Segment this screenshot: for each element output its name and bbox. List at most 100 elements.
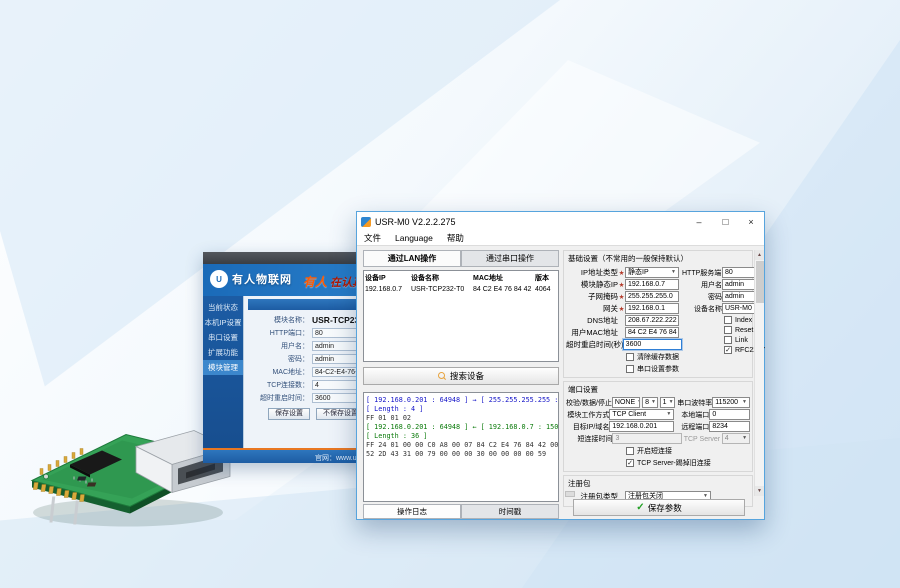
checkbox-icon: [724, 326, 732, 334]
menu-language[interactable]: Language: [388, 233, 440, 243]
checkbox-label: 串口设置参数: [637, 364, 679, 374]
device-version: 4064: [535, 286, 557, 293]
menu-help[interactable]: 帮助: [440, 232, 471, 244]
scroll-up-arrow[interactable]: ▲: [755, 250, 764, 260]
ip-type-select[interactable]: 静态IP▼: [625, 267, 679, 278]
static-ip-field[interactable]: 192.168.0.7: [625, 279, 679, 290]
checkbox-label: Reset: [735, 327, 753, 334]
save-button-label: 保存参数: [648, 502, 682, 514]
webui-sidebar: 当前状态 本机IP设置 串口设置 扩展功能 模块管理: [203, 296, 243, 448]
search-device-button[interactable]: 搜索设备: [363, 367, 559, 385]
col-device-name: 设备名称: [411, 273, 473, 283]
col-version: 版本: [535, 273, 557, 283]
log-output[interactable]: [ 192.168.0.201 : 64948 ] → [ 255.255.25…: [363, 392, 559, 502]
scrollbar-thumb[interactable]: [756, 261, 764, 303]
field-label: MAC地址：: [248, 367, 312, 377]
search-button-label: 搜索设备: [450, 370, 484, 382]
checkbox-label: Index: [735, 317, 752, 324]
app-titlebar[interactable]: USR-M0 V2.2.2.275 – ×: [357, 212, 764, 231]
log-line: [ Length : 4 ]: [366, 405, 556, 414]
web-save-button[interactable]: 保存设置: [268, 408, 310, 420]
field-label: HTTP服务端口: [682, 268, 722, 278]
gateway-field[interactable]: 192.168.0.1: [625, 303, 679, 314]
stopbits-select[interactable]: 1▼: [660, 397, 676, 408]
checkbox-label: TCP Server-踢掉旧连接: [637, 458, 711, 468]
field-label: DNS地址: [566, 315, 618, 326]
field-label: 本地端口: [676, 410, 709, 420]
group-title: 注册包: [568, 478, 750, 489]
required-star-icon: ★: [618, 269, 625, 277]
device-list-header: 设备IP 设备名称 MAC地址 版本: [365, 273, 557, 283]
checkbox-icon: [724, 316, 732, 324]
checkbox-icon: [626, 365, 634, 373]
device-row[interactable]: 192.168.0.7 USR-TCP232-T0 84 C2 E4 76 84…: [365, 286, 557, 293]
maximize-button[interactable]: [712, 212, 738, 231]
col-device-ip: 设备IP: [365, 273, 411, 283]
group-title: 基础设置（不常用的一般保持默认）: [568, 253, 750, 264]
checkbox-kick-old-connection[interactable]: ✓ TCP Server-踢掉旧连接: [626, 458, 750, 468]
subnet-mask-field[interactable]: 255.255.255.0: [625, 291, 679, 302]
field-label: 超时重启时间(秒): [566, 339, 618, 350]
field-label: 设备名称: [682, 304, 722, 314]
field-label: 用户名: [682, 280, 722, 290]
log-line: FF 01 01 02: [366, 414, 556, 423]
short-conn-time-field: 3: [612, 433, 681, 444]
workmode-select[interactable]: TCP Client▼: [609, 409, 674, 420]
parity-select[interactable]: NONE▼: [612, 397, 640, 408]
field-label: 网关: [566, 303, 618, 314]
group-title: 端口设置: [568, 384, 750, 395]
log-line: FF 24 01 00 00 C0 A8 00 07 84 C2 E4 76 8…: [366, 441, 556, 450]
search-icon: [438, 372, 446, 380]
checkbox-icon: [724, 336, 732, 344]
field-label: 用户名：: [248, 341, 312, 351]
dns-field[interactable]: 208.67.222.222: [625, 315, 679, 326]
nav-item-serial[interactable]: 串口设置: [203, 330, 243, 345]
save-params-button[interactable]: ✓ 保存参数: [573, 499, 745, 516]
field-label: 远程端口: [676, 422, 709, 432]
checkbox-icon: [626, 447, 634, 455]
checkbox-icon: ✓: [626, 459, 634, 467]
vertical-scrollbar[interactable]: ▲ ▼: [754, 250, 764, 496]
field-label: 模块名称：: [248, 315, 312, 325]
checkbox-clear-cache[interactable]: 清除缓存数据: [626, 352, 682, 362]
tab-operation-log[interactable]: 操作日志: [363, 504, 461, 519]
max-conn-value: 4: [725, 434, 729, 443]
horizontal-scrollbar-remnant[interactable]: [565, 491, 575, 497]
target-ip-field[interactable]: 192.168.0.201: [609, 421, 674, 432]
device-list[interactable]: 设备IP 设备名称 MAC地址 版本 192.168.0.7 USR-TCP23…: [363, 270, 559, 362]
tab-serial-operation[interactable]: 通过串口操作: [461, 250, 559, 267]
nav-item-local-ip[interactable]: 本机IP设置: [203, 315, 243, 330]
close-button[interactable]: ×: [738, 212, 764, 231]
workmode-value: TCP Client: [612, 410, 646, 419]
group-basic-settings: 基础设置（不常用的一般保持默认） IP地址类型★静态IP▼ 模块静态IP★192…: [563, 250, 753, 378]
device-name: USR-TCP232-T0: [411, 286, 473, 293]
user-mac-field[interactable]: 84 C2 E4 76 84 42: [625, 327, 679, 338]
check-icon: ✓: [627, 460, 633, 467]
tab-lan-operation[interactable]: 通过LAN操作: [363, 250, 461, 267]
checkbox-short-connection[interactable]: 开启短连接: [626, 446, 750, 456]
chevron-down-icon: ▼: [740, 398, 747, 407]
field-label: TCP连接数：: [248, 380, 312, 390]
nav-item-status[interactable]: 当前状态: [203, 300, 243, 315]
menu-file[interactable]: 文件: [357, 232, 388, 244]
remote-port-field[interactable]: 8234: [709, 421, 750, 432]
field-label: 子网掩码: [566, 291, 618, 302]
chevron-down-icon: ▼: [649, 398, 656, 407]
checkbox-serial-params[interactable]: 串口设置参数: [626, 364, 682, 374]
timeout-restart-field[interactable]: 3600: [623, 339, 682, 350]
field-label: 模块静态IP: [566, 279, 618, 290]
nav-item-expand[interactable]: 扩展功能: [203, 345, 243, 360]
baudrate-select[interactable]: 115200▼: [712, 397, 750, 408]
nav-item-module-mgmt[interactable]: 模块管理: [203, 360, 243, 375]
scroll-down-arrow[interactable]: ▼: [755, 486, 764, 496]
local-port-field[interactable]: 0: [709, 409, 750, 420]
minimize-button[interactable]: –: [686, 212, 712, 231]
databits-select[interactable]: 8▼: [642, 397, 658, 408]
chevron-down-icon: ▼: [635, 398, 640, 407]
log-line: [ 192.168.0.201 : 64948 ] ← [ 192.168.0.…: [366, 423, 556, 432]
tab-timestamp[interactable]: 时间戳: [461, 504, 559, 519]
brand-logo: U 有人物联网: [210, 270, 292, 288]
field-label: 密码: [682, 292, 722, 302]
parity-value: NONE: [615, 398, 635, 407]
usr-m0-window: USR-M0 V2.2.2.275 – × 文件 Language 帮助 通过L…: [356, 211, 765, 520]
